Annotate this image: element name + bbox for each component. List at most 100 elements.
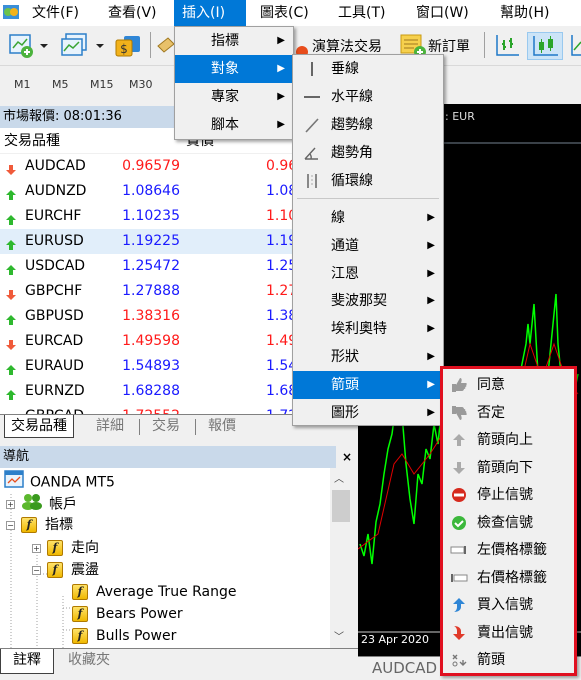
menu-file[interactable]: 文件(F)	[24, 0, 87, 26]
navigator-item[interactable]: + f 走向	[32, 537, 99, 559]
algo-trading-button[interactable]: 演算法交易	[312, 36, 382, 56]
navigator-item[interactable]: − f 指標	[6, 514, 73, 536]
market-button[interactable]: $	[114, 32, 142, 60]
tab-details[interactable]: 詳細	[90, 415, 130, 438]
collapse-icon[interactable]: −	[6, 520, 15, 530]
symbol-row[interactable]: EURUSD 1.19225 1.19	[0, 229, 292, 254]
tab-common[interactable]: 註釋	[0, 649, 54, 674]
menu-item-label: 檢查信號	[477, 514, 533, 531]
menu-insert[interactable]: 插入(I)	[174, 0, 246, 26]
arrows-menu-item[interactable]: 箭頭向上	[443, 426, 574, 454]
navigator-item[interactable]: f Average True Range	[58, 581, 237, 603]
menu-item-label: 對象	[211, 61, 239, 77]
line-chart-button[interactable]	[568, 32, 581, 60]
bid-price: 1.54893	[122, 358, 180, 374]
objects-menu-item[interactable]: 循環線	[293, 167, 443, 195]
scroll-thumb[interactable]	[332, 490, 350, 522]
insert-menu-item[interactable]: 指標 ▶	[175, 27, 293, 55]
new-chart-button[interactable]	[8, 32, 50, 60]
objects-submenu-item[interactable]: 箭頭 ▶	[293, 370, 443, 399]
symbol-name: EURCHF	[25, 208, 82, 224]
navigator-item[interactable]: − f 震盪	[32, 559, 99, 581]
insert-menu-item[interactable]: 專家 ▶	[175, 83, 293, 111]
symbol-row[interactable]: AUDNZD 1.08646 1.08	[0, 179, 292, 204]
timeframe-m30[interactable]: M30	[129, 78, 153, 91]
bid-price: 1.08646	[122, 183, 180, 199]
timeframe-m15[interactable]: M15	[90, 78, 114, 91]
metaeditor-button[interactable]	[156, 32, 174, 60]
new-order-button[interactable]: 新訂單	[428, 36, 470, 56]
symbol-row[interactable]: EURAUD 1.54893 1.54	[0, 354, 292, 379]
navigator-item[interactable]: + 帳戶	[6, 492, 77, 514]
navigator-scrollbar[interactable]: ︿ ﹀	[330, 468, 352, 648]
tab-symbols[interactable]: 交易品種	[4, 415, 74, 438]
bid-price: 1.68288	[122, 383, 180, 399]
arrows-menu-item[interactable]: 買入信號	[443, 591, 574, 619]
arrows-menu-item[interactable]: 右價格標籤	[443, 564, 574, 592]
objects-submenu-item[interactable]: 埃利奧特 ▶	[293, 315, 443, 343]
toolbar-separator	[150, 32, 151, 58]
insert-menu-item[interactable]: 腳本 ▶	[175, 111, 293, 139]
menu-view[interactable]: 查看(V)	[100, 0, 165, 26]
bar-chart-button[interactable]	[492, 32, 522, 60]
tab-ticks[interactable]: 報價	[202, 415, 242, 438]
arrows-menu-item[interactable]: 同意	[443, 371, 574, 399]
navigator-item[interactable]: f Bears Power	[58, 603, 183, 625]
arrows-menu-item[interactable]: 停止信號	[443, 481, 574, 509]
objects-menu-item[interactable]: 水平線	[293, 83, 443, 111]
arrows-menu-item[interactable]: 箭頭	[443, 646, 574, 674]
indicator-icon: f	[47, 540, 63, 556]
column-symbol[interactable]: 交易品種	[4, 128, 60, 154]
objects-menu-item[interactable]: 趨勢角	[293, 139, 443, 167]
arrows-menu-item[interactable]: 賣出信號	[443, 619, 574, 647]
menu-charts[interactable]: 圖表(C)	[252, 0, 317, 26]
tab-trading[interactable]: 交易	[146, 415, 186, 438]
symbol-row[interactable]: EURNZD 1.68288 1.68	[0, 379, 292, 404]
objects-menu-item[interactable]: 垂線	[293, 55, 443, 83]
submenu-arrow-icon: ▶	[427, 406, 435, 418]
symbol-row[interactable]: EURCAD 1.49598 1.49	[0, 329, 292, 354]
chart-tab-audcad[interactable]: AUDCAD	[366, 657, 443, 680]
menu-window[interactable]: 窗口(W)	[408, 0, 477, 26]
scroll-up-icon[interactable]: ︿	[334, 470, 344, 485]
navigator-item[interactable]: OANDA MT5	[4, 470, 115, 492]
bid-price: 1.49598	[122, 333, 180, 349]
insert-menu-item[interactable]: 對象 ▶	[175, 55, 293, 83]
symbol-row[interactable]: GBPCHF 1.27888 1.27	[0, 279, 292, 304]
scroll-down-icon[interactable]: ﹀	[334, 628, 344, 643]
symbol-name: EURUSD	[25, 233, 84, 249]
objects-submenu-item[interactable]: 形狀 ▶	[293, 343, 443, 371]
objects-submenu-item[interactable]: 江恩 ▶	[293, 260, 443, 288]
navigator-close-button[interactable]: ×	[336, 446, 358, 468]
expand-icon[interactable]: +	[6, 500, 15, 509]
symbol-row[interactable]: USDCAD 1.25472 1.25	[0, 254, 292, 279]
arrows-menu-item[interactable]: 左價格標籤	[443, 536, 574, 564]
menu-item-label: 買入信號	[477, 597, 533, 613]
menu-tools[interactable]: 工具(T)	[330, 0, 393, 26]
symbol-row[interactable]: EURCHF 1.10235 1.10	[0, 204, 292, 229]
tab-favorites[interactable]: 收藏夾	[62, 649, 116, 672]
objects-submenu-item[interactable]: 圖形 ▶	[293, 399, 443, 427]
timeframe-m5[interactable]: M5	[52, 78, 69, 91]
arrows-menu-item[interactable]: 檢查信號	[443, 509, 574, 537]
profiles-button[interactable]	[60, 32, 106, 60]
menu-item-label: 箭頭向上	[477, 432, 533, 448]
menu-help[interactable]: 幫助(H)	[492, 0, 557, 26]
collapse-icon[interactable]: −	[32, 565, 41, 575]
objects-menu-item[interactable]: 趨勢線	[293, 111, 443, 139]
symbol-row[interactable]: AUDCAD 0.96579 0.96	[0, 154, 292, 179]
indicator-icon: f	[47, 562, 63, 578]
objects-submenu-item[interactable]: 斐波那契 ▶	[293, 287, 443, 315]
arrows-menu-item[interactable]: 箭頭向下	[443, 454, 574, 482]
expand-icon[interactable]: +	[32, 543, 41, 553]
timeframe-m1[interactable]: M1	[14, 78, 31, 91]
arrows-menu-item[interactable]: 否定	[443, 399, 574, 427]
candlestick-chart-button[interactable]	[527, 32, 563, 60]
objects-submenu-item[interactable]: 線 ▶	[293, 204, 443, 232]
navigator-item[interactable]: f Bulls Power	[58, 625, 176, 647]
symbol-row[interactable]: GBPCAD 1.72552 1.72	[0, 404, 292, 414]
objects-submenu-item[interactable]: 通道 ▶	[293, 232, 443, 260]
menu-item-label: 循環線	[331, 173, 373, 189]
submenu-arrow-icon: ▶	[277, 35, 285, 46]
symbol-row[interactable]: GBPUSD 1.38316 1.38	[0, 304, 292, 329]
